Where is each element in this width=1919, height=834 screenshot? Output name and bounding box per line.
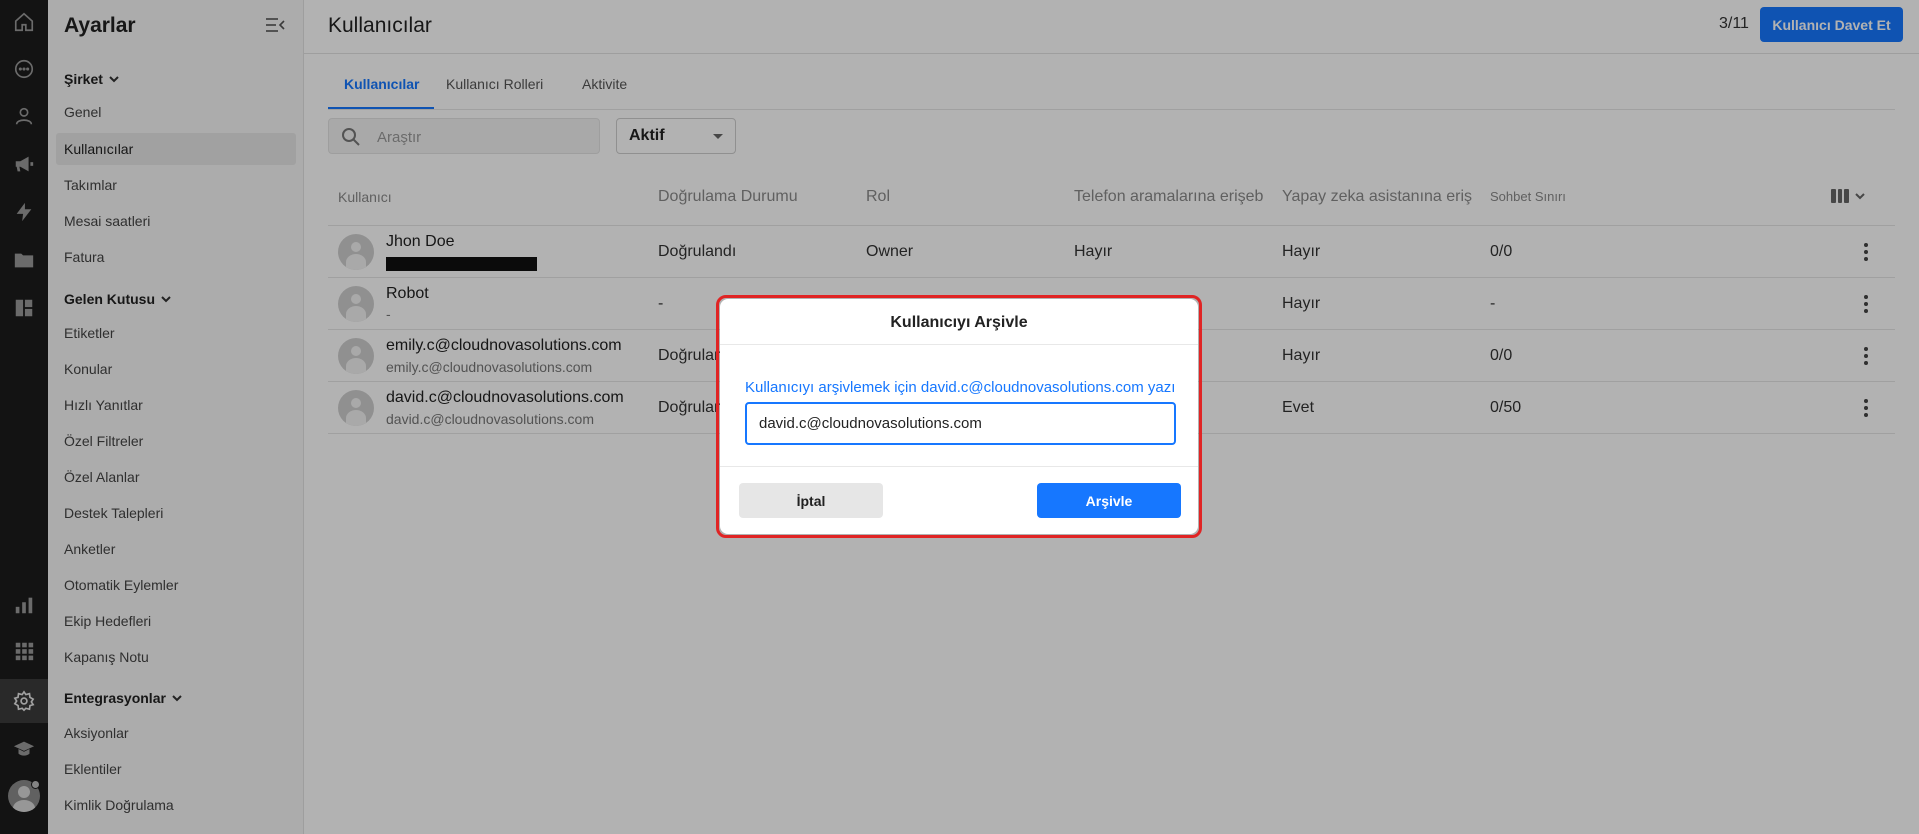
cancel-button[interactable]: İptal <box>739 483 883 518</box>
confirm-email-input[interactable] <box>745 402 1176 445</box>
dialog-title: Kullanıcıyı Arşivle <box>890 314 1028 331</box>
dialog-divider <box>720 466 1198 467</box>
archive-user-dialog: Kullanıcıyı Arşivle Kullanıcıyı arşivlem… <box>720 299 1198 534</box>
dialog-divider <box>720 344 1198 345</box>
dialog-message: Kullanıcıyı arşivlemek için david.c@clou… <box>745 379 1175 396</box>
archive-button[interactable]: Arşivle <box>1037 483 1181 518</box>
